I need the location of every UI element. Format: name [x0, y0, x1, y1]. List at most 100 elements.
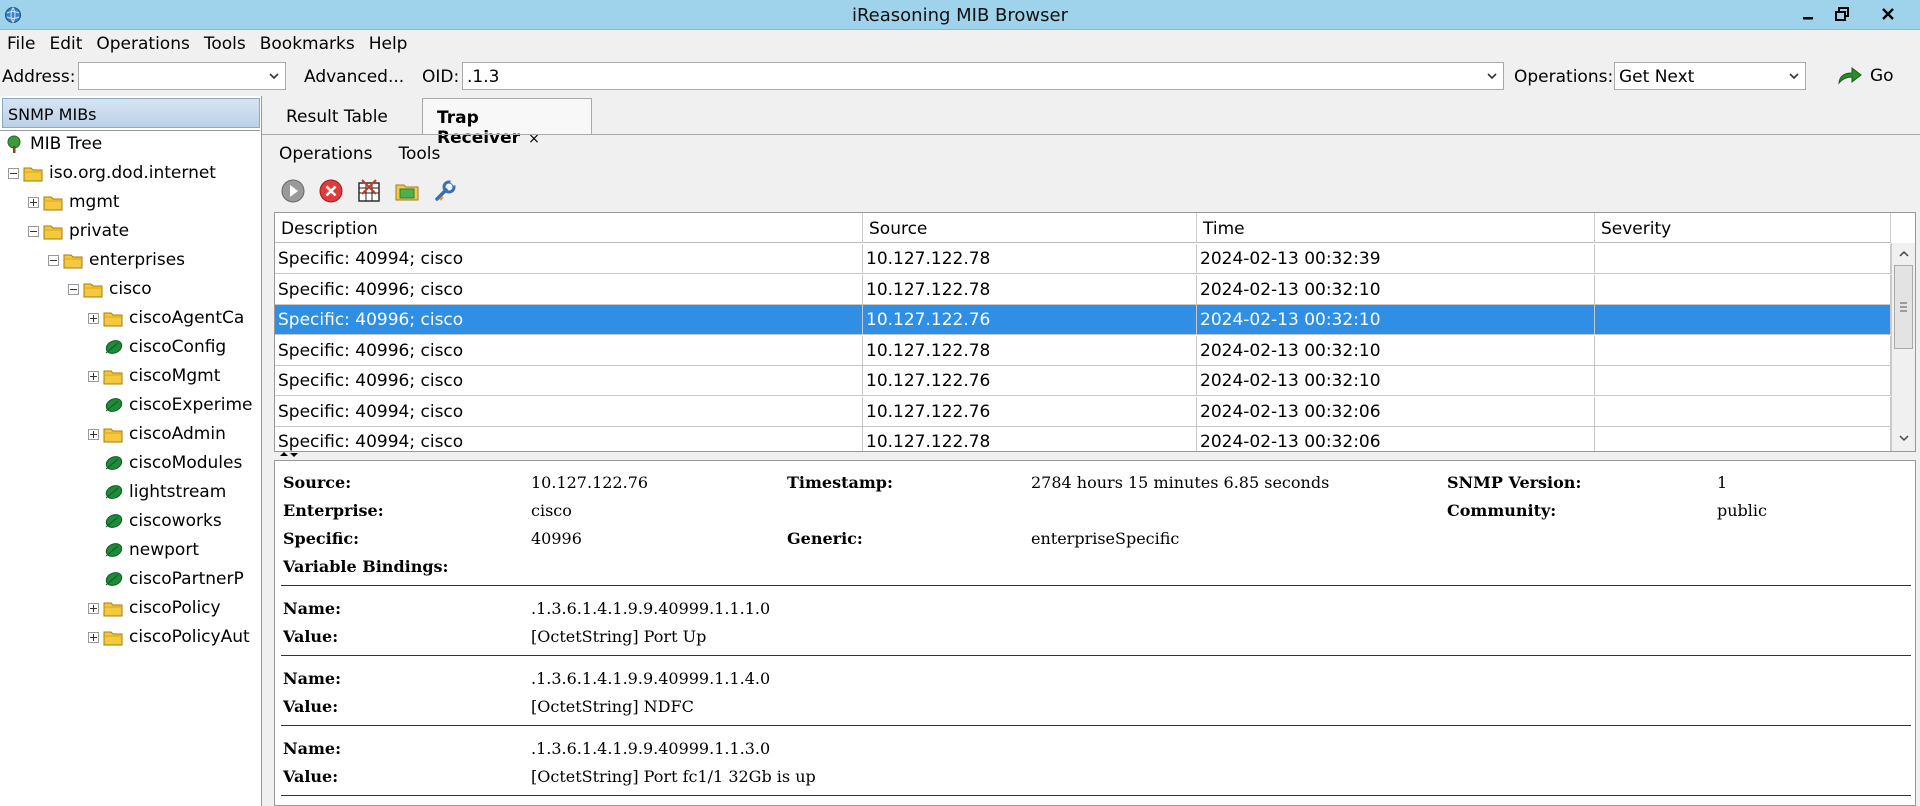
- tree-node-private[interactable]: private: [28, 218, 129, 244]
- divider: [281, 795, 1911, 796]
- cell-severity: [1595, 244, 1891, 274]
- menu-bookmarks[interactable]: Bookmarks: [253, 34, 362, 54]
- menu-edit[interactable]: Edit: [42, 34, 89, 54]
- menu-operations[interactable]: Operations: [89, 34, 196, 54]
- collapse-icon[interactable]: [48, 254, 59, 266]
- chevron-down-icon[interactable]: [1897, 431, 1911, 445]
- trap-menu-bar: Operations Tools: [272, 142, 459, 166]
- table-row[interactable]: Specific: 40994; cisco 10.127.122.76 2024-…: [275, 396, 1891, 427]
- oid-value: .1.3: [467, 67, 500, 87]
- cell-source: 10.127.122.78: [863, 335, 1197, 366]
- expand-icon[interactable]: [88, 602, 99, 614]
- tree-node-ciscoexperime[interactable]: ciscoExperime: [88, 392, 252, 418]
- oid-combobox[interactable]: .1.3: [462, 62, 1504, 90]
- tree-node-label: ciscoPartnerP: [129, 569, 244, 589]
- tree-node-ciscopolicyaut[interactable]: ciscoPolicyAut: [88, 624, 250, 650]
- snmp-version-value: 1: [1717, 473, 1728, 492]
- splitter-arrows-icon[interactable]: [276, 452, 306, 460]
- tree-node-iso-org-dod-internet[interactable]: iso.org.dod.internet: [8, 160, 216, 186]
- enterprise-label: Enterprise:: [283, 501, 384, 520]
- table-row[interactable]: Specific: 40996; cisco 10.127.122.76 2024-…: [275, 366, 1891, 396]
- tree-node-ciscopartnerp[interactable]: ciscoPartnerP: [88, 566, 244, 592]
- table-row[interactable]: Specific: 40994; cisco 10.127.122.78 2024-…: [275, 427, 1891, 451]
- tree-node-label: enterprises: [89, 250, 186, 270]
- tree-node-mib-tree[interactable]: MIB Tree: [4, 131, 102, 157]
- operations-label: Operations:: [1514, 67, 1614, 87]
- clear-icon[interactable]: [356, 178, 382, 204]
- column-header-description[interactable]: Description: [275, 213, 863, 243]
- cell-time: 2024-02-13 00:32:10: [1197, 274, 1595, 305]
- trap-menu-operations[interactable]: Operations: [272, 142, 379, 166]
- table-row[interactable]: Specific: 40996; cisco 10.127.122.78 2024-…: [275, 274, 1891, 305]
- tree-node-cisco[interactable]: cisco: [68, 276, 152, 302]
- binding-value: [OctetString] NDFC: [531, 697, 694, 716]
- binding-name-label: Name:: [283, 599, 342, 618]
- tree-node-label: ciscoworks: [129, 511, 222, 531]
- tab-trap-receiver[interactable]: Trap Receiver ×: [422, 98, 592, 148]
- tree-node-ciscomgmt[interactable]: ciscoMgmt: [88, 363, 220, 389]
- tree-node-label: ciscoConfig: [129, 337, 227, 357]
- table-row[interactable]: Specific: 40994; cisco 10.127.122.78 2024-…: [275, 244, 1891, 274]
- collapse-icon[interactable]: [68, 283, 79, 295]
- expand-icon[interactable]: [88, 370, 99, 382]
- menu-help[interactable]: Help: [362, 34, 415, 54]
- menu-tools[interactable]: Tools: [197, 34, 253, 54]
- collapse-icon[interactable]: [8, 167, 19, 179]
- tree-node-label: ciscoPolicyAut: [129, 627, 250, 647]
- folder-icon: [43, 193, 63, 211]
- settings-icon[interactable]: [432, 178, 458, 204]
- tree-node-ciscoconfig[interactable]: ciscoConfig: [88, 334, 226, 360]
- trap-menu-tools[interactable]: Tools: [391, 142, 447, 166]
- mib-tree[interactable]: MIB Tree iso.org.dod.internet mgmt private e…: [0, 130, 260, 806]
- variable-bindings-label: Variable Bindings:: [283, 557, 449, 576]
- collapse-icon[interactable]: [28, 225, 39, 237]
- tree-node-ciscomodules[interactable]: ciscoModules: [88, 450, 242, 476]
- open-folder-icon[interactable]: [394, 178, 420, 204]
- operations-combobox[interactable]: Get Next: [1614, 62, 1806, 90]
- stop-icon[interactable]: [318, 178, 344, 204]
- cell-description: Specific: 40996; cisco: [275, 366, 863, 396]
- address-toolbar: Address: Advanced... OID: .1.3 Operation…: [0, 59, 1920, 95]
- pane-splitter[interactable]: [274, 452, 1916, 460]
- table-row[interactable]: Specific: 40996; cisco 10.127.122.76 2024-…: [275, 305, 1891, 335]
- menu-file[interactable]: File: [0, 34, 42, 54]
- start-icon[interactable]: [280, 178, 306, 204]
- expand-icon[interactable]: [88, 428, 99, 440]
- specific-label: Specific:: [283, 529, 360, 548]
- restore-button[interactable]: [1820, 0, 1864, 28]
- column-header-time[interactable]: Time: [1197, 213, 1595, 243]
- folder-icon: [103, 599, 123, 617]
- grip-icon: [1900, 302, 1907, 312]
- chevron-up-icon[interactable]: [1897, 247, 1911, 261]
- generic-label: Generic:: [787, 529, 863, 548]
- tree-node-ciscoagentca[interactable]: ciscoAgentCa: [88, 305, 244, 331]
- title-bar: iReasoning MIB Browser: [0, 0, 1920, 30]
- tree-node-mgmt[interactable]: mgmt: [28, 189, 120, 215]
- tree-node-label: ciscoExperime: [129, 395, 253, 415]
- table-row[interactable]: Specific: 40996; cisco 10.127.122.78 2024-…: [275, 335, 1891, 366]
- address-combobox[interactable]: [78, 62, 286, 90]
- close-window-button[interactable]: [1866, 0, 1910, 28]
- tree-node-label: mgmt: [69, 192, 120, 212]
- expand-icon[interactable]: [88, 312, 99, 324]
- table-scrollbar[interactable]: [1891, 243, 1915, 451]
- tree-node-label: MIB Tree: [30, 134, 103, 154]
- column-header-severity[interactable]: Severity: [1595, 213, 1891, 243]
- tree-node-ciscopolicy[interactable]: ciscoPolicy: [88, 595, 221, 621]
- tree-node-ciscoworks[interactable]: ciscoworks: [88, 508, 222, 534]
- expand-icon[interactable]: [88, 631, 99, 643]
- go-button[interactable]: Go: [1828, 62, 1902, 90]
- tree-node-lightstream[interactable]: lightstream: [88, 479, 226, 505]
- advanced-button[interactable]: Advanced...: [296, 62, 412, 90]
- binding-value-label: Value:: [283, 767, 339, 786]
- tree-node-ciscoadmin[interactable]: ciscoAdmin: [88, 421, 226, 447]
- expand-icon[interactable]: [28, 196, 39, 208]
- column-header-source[interactable]: Source: [863, 213, 1197, 243]
- cell-time: 2024-02-13 00:32:06: [1197, 396, 1595, 427]
- tree-node-enterprises[interactable]: enterprises: [48, 247, 185, 273]
- trap-detail-pane: Source: 10.127.122.76 Timestamp: 2784 ho…: [274, 460, 1916, 806]
- tab-result-table[interactable]: Result Table: [272, 98, 402, 134]
- cell-description: Specific: 40994; cisco: [275, 244, 863, 274]
- tree-node-newport[interactable]: newport: [88, 537, 199, 563]
- scrollbar-thumb[interactable]: [1894, 265, 1913, 349]
